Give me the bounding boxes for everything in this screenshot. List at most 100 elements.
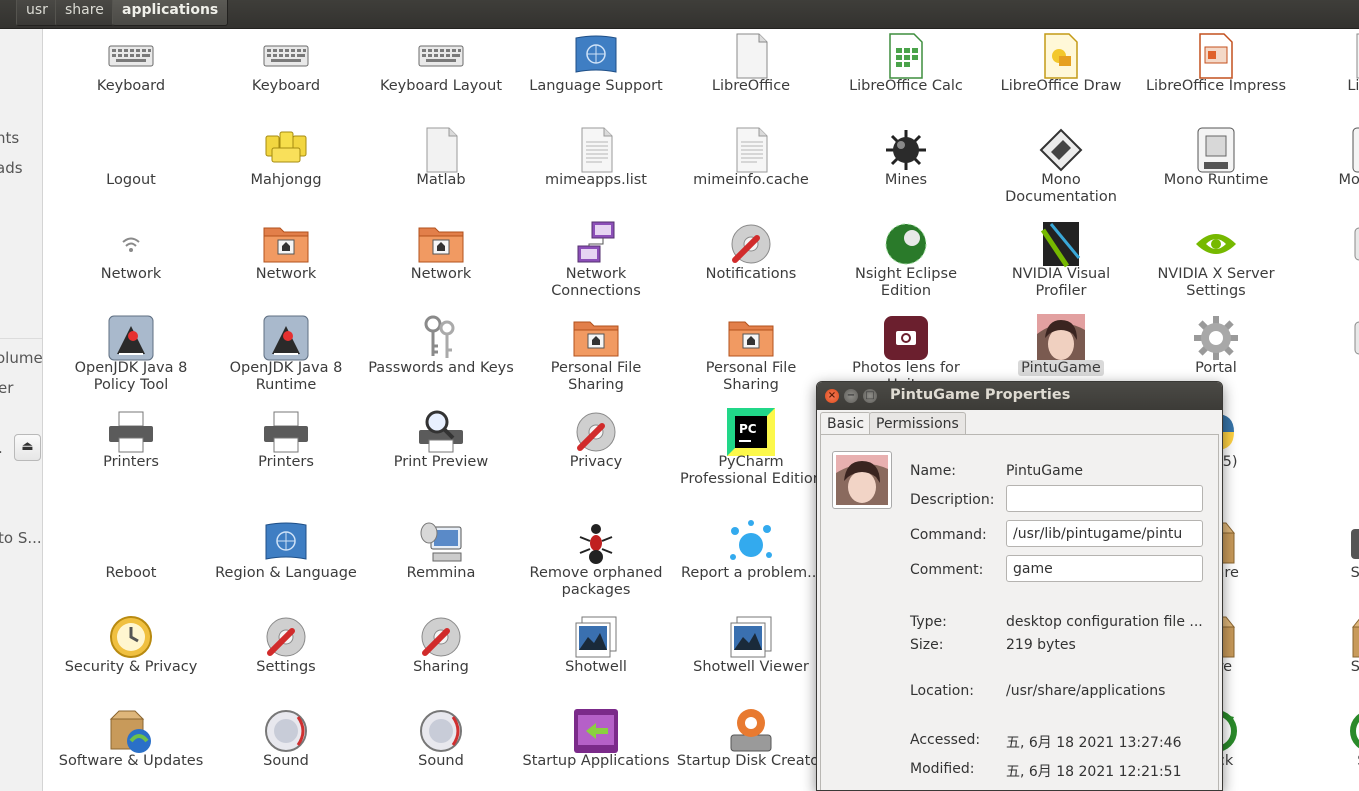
- sidebar-item-documents[interactable]: nts: [0, 129, 19, 147]
- app-item-label: Network: [410, 266, 472, 282]
- tab-permissions[interactable]: Permissions: [869, 412, 966, 435]
- sidebar-item-volume[interactable]: olume: [0, 349, 42, 367]
- app-item-label: Mono (Te: [1338, 172, 1359, 188]
- tab-basic[interactable]: Basic: [820, 412, 872, 435]
- size-value: 219 bytes: [1006, 637, 1076, 653]
- name-value: PintuGame: [1006, 463, 1083, 479]
- properties-dialog: × − □ PintuGame Properties Basic Permiss…: [816, 381, 1223, 791]
- type-label: Type:: [910, 614, 947, 630]
- blank-file-icon: [417, 126, 465, 174]
- app-item-label: Network Connections: [551, 266, 641, 299]
- app-item-label: LibreOffice Draw: [1000, 78, 1122, 94]
- app-item-label: Security & Privacy: [64, 659, 198, 675]
- app-item-label: NVIDIA X Server Settings: [1157, 266, 1275, 299]
- app-item-label: Sharing: [413, 659, 469, 675]
- app-item-label: Sud: [1296, 753, 1359, 770]
- app-item-label: Region & Language: [215, 565, 357, 581]
- app-item-label: Software & Updates: [58, 753, 204, 769]
- mahjongg-icon: [262, 126, 310, 174]
- shotwell-icon: [572, 613, 620, 661]
- app-item-label: mimeapps.list: [545, 172, 647, 188]
- blank-icon: [107, 519, 155, 567]
- command-field[interactable]: [1006, 520, 1203, 547]
- print-preview-icon: [417, 408, 465, 456]
- text-file-icon: [727, 126, 775, 174]
- presentation-icon: [1192, 32, 1240, 80]
- dialog-title: PintuGame Properties: [890, 387, 1071, 403]
- generic-app-icon: [1347, 314, 1359, 362]
- description-field[interactable]: [1006, 485, 1203, 512]
- printer-icon: [107, 408, 155, 456]
- path-segment-applications[interactable]: applications: [112, 0, 229, 26]
- app-item-label: Keyboard: [251, 78, 321, 94]
- minimize-icon[interactable]: −: [844, 389, 858, 403]
- eject-icon[interactable]: ⏏: [14, 434, 41, 461]
- settings-tools-icon: [262, 613, 310, 661]
- keyboard-icon: [107, 32, 155, 80]
- app-item-label: LibreOffice: [711, 78, 791, 94]
- text-file-icon: [572, 126, 620, 174]
- gear-icon: [1192, 314, 1240, 362]
- location-value[interactable]: /usr/share/applications: [1006, 683, 1165, 699]
- pycharm-icon: PC: [727, 408, 775, 456]
- app-item-label: Shotwell: [565, 659, 627, 675]
- maximize-icon[interactable]: □: [863, 389, 877, 403]
- app-item-label: LibreOffice Calc: [849, 78, 963, 94]
- software-updates-icon: [107, 707, 155, 755]
- flag-icon: [572, 32, 620, 80]
- sidebar-item-connect-to-server[interactable]: to S...: [0, 529, 42, 547]
- app-item-label: Keyboard: [96, 78, 166, 94]
- app-item-label: Report a problem...: [681, 565, 821, 581]
- basic-tab-panel: Name: PintuGame Description: Command: Co…: [820, 434, 1219, 790]
- type-value: desktop configuration file ...: [1006, 614, 1203, 630]
- dialog-titlebar[interactable]: × − □ PintuGame Properties: [817, 382, 1222, 410]
- blank-icon: [107, 126, 155, 174]
- wifi-icon: [107, 220, 155, 268]
- app-item-label: OpenJDK Java 8 Runtime: [229, 360, 343, 393]
- folder-share-icon: [572, 314, 620, 362]
- app-item-label: PyCharm Professional Edition: [680, 454, 822, 487]
- shotwell-icon: [727, 613, 775, 661]
- keyboard-icon: [417, 32, 465, 80]
- app-item-label: Notifications: [705, 266, 797, 282]
- app-item-label: Logout: [106, 172, 156, 188]
- deja-dup-icon: [1347, 707, 1359, 755]
- comment-field[interactable]: [1006, 555, 1203, 582]
- photo-thumbnail-icon: [836, 455, 888, 505]
- drawing-icon: [1037, 32, 1085, 80]
- app-item-label: Scree: [1350, 565, 1359, 581]
- sidebar-separator: [0, 338, 42, 339]
- app-item-label: Personal File Sharing: [705, 360, 797, 393]
- nvidia-profiler-icon: [1037, 220, 1085, 268]
- document-icon: [1347, 32, 1359, 80]
- modified-value: 五, 6月 18 2021 12:21:51: [1006, 764, 1182, 780]
- keys-icon: [417, 314, 465, 362]
- app-item-label: Matlab: [416, 172, 466, 188]
- accessed-label: Accessed:: [910, 732, 981, 748]
- sidebar-item-downloads[interactable]: ads: [0, 159, 23, 177]
- app-item-label: mimeinfo.cache: [693, 172, 809, 188]
- app-item-label: LibreOffice Impress: [1145, 78, 1287, 94]
- app-item-label: Printers: [258, 454, 314, 470]
- sidebar-item-device[interactable]: .: [0, 439, 3, 457]
- generic-app-icon: [1347, 220, 1359, 268]
- app-item-label: Portal: [1195, 360, 1237, 376]
- path-bar: usr share applications: [0, 0, 1359, 29]
- app-item-label: Personal File Sharing: [550, 360, 642, 393]
- mine-icon: [882, 126, 930, 174]
- app-icon-button[interactable]: [832, 451, 892, 509]
- app-item-label: Mono Runtime: [1163, 172, 1269, 188]
- app-item-label: Passwords and Keys: [368, 360, 514, 376]
- sidebar-item-computer[interactable]: er: [0, 379, 13, 397]
- tux-icon: [1347, 408, 1359, 456]
- accessed-value: 五, 6月 18 2021 13:27:46: [1006, 735, 1182, 751]
- java-icon: [262, 314, 310, 362]
- screenshot-icon: [1347, 519, 1359, 567]
- app-item-label: Remove orphaned packages: [529, 565, 663, 598]
- path-segment-share[interactable]: share: [55, 0, 114, 26]
- app-item-label: Network: [100, 266, 162, 282]
- close-icon[interactable]: ×: [825, 389, 839, 403]
- startup-icon: [572, 707, 620, 755]
- app-item-label: PintuGame: [986, 360, 1136, 377]
- path-segment-usr[interactable]: usr: [16, 0, 58, 26]
